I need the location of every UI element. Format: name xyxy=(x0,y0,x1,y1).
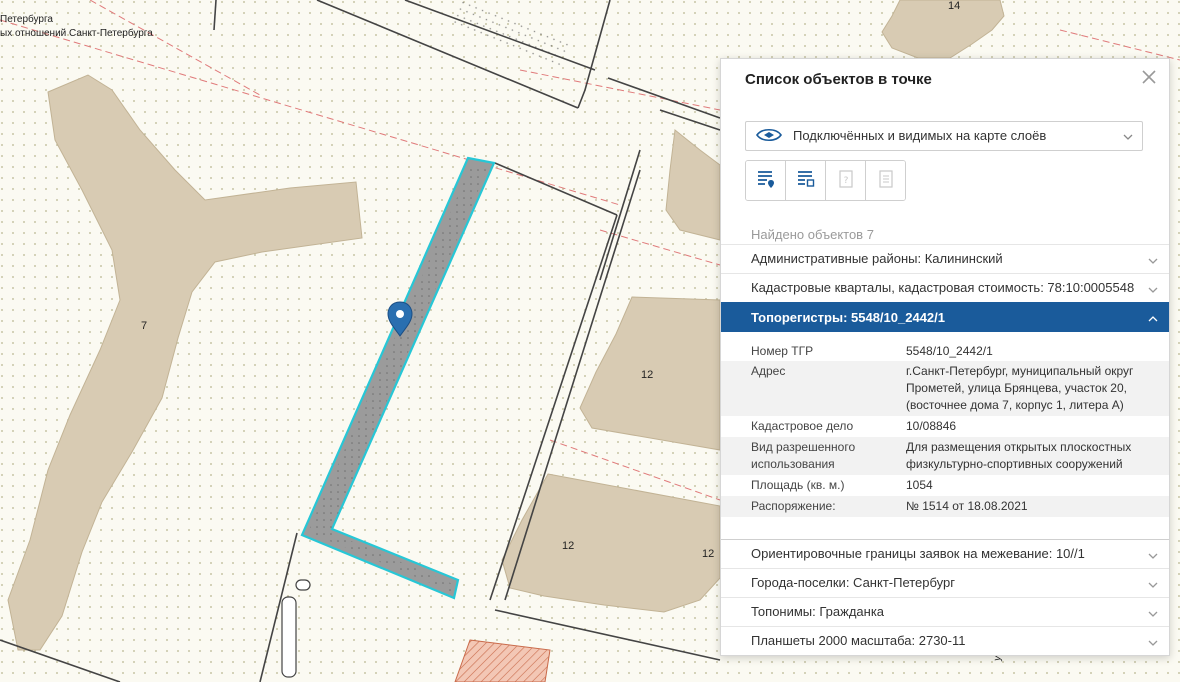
detail-key: Площадь (кв. м.) xyxy=(751,478,845,492)
accordion-item-label: Города-поселки: Санкт-Петербург xyxy=(751,575,956,590)
found-count: Найдено объектов 7 xyxy=(751,227,874,242)
chevron-down-icon xyxy=(1122,130,1134,145)
objects-at-point-panel: Список объектов в точке Подключённых и в… xyxy=(720,58,1170,656)
detail-row: Адрес г.Санкт-Петербург, муниципальный о… xyxy=(721,361,1169,416)
accordion-item-label: Топонимы: Гражданка xyxy=(751,604,885,619)
detail-value: 5548/10_2442/1 xyxy=(906,344,993,358)
accordion-item-label: Административные районы: Калининский xyxy=(751,251,1003,266)
chevron-down-icon xyxy=(1147,254,1159,269)
chevron-down-icon xyxy=(1147,283,1159,298)
accordion-item-survey-boundaries[interactable]: Ориентировочные границы заявок на межева… xyxy=(721,539,1169,568)
detail-row: Вид разрешенного использования Для разме… xyxy=(721,437,1169,475)
detail-value: 10/08846 xyxy=(906,419,957,433)
building-number-label: 12 xyxy=(562,540,575,552)
accordion-item-label: Планшеты 2000 масштаба: 2730-11 xyxy=(751,633,966,648)
detail-row: Номер ТГР 5548/10_2442/1 xyxy=(721,341,1169,361)
chevron-down-icon xyxy=(1147,607,1159,622)
detail-row: Площадь (кв. м.) 1054 xyxy=(721,475,1169,496)
panel-title: Список объектов в точке xyxy=(745,71,932,88)
detail-value: № 1514 от 18.08.2021 xyxy=(906,499,1028,513)
svg-text:?: ? xyxy=(843,176,848,186)
layer-filter-select[interactable]: Подключённых и видимых на карте слоёв xyxy=(745,121,1143,151)
building-number-label: 12 xyxy=(641,369,654,381)
layer-filter-value: Подключённых и видимых на карте слоёв xyxy=(793,128,1047,143)
help-doc-icon: ? xyxy=(836,169,856,192)
detail-value: Для размещения открытых плоскостных физк… xyxy=(906,440,1132,471)
detail-row: Распоряжение: № 1514 от 18.08.2021 xyxy=(721,496,1169,517)
eye-layers-icon xyxy=(756,127,782,146)
accordion-item-cadastral-quarters[interactable]: Кадастровые кварталы, кадастровая стоимо… xyxy=(721,273,1169,302)
map-caption-2: ых отношений Санкт-Петербурга xyxy=(0,28,153,39)
accordion-item-map-sheets[interactable]: Планшеты 2000 масштаба: 2730-11 xyxy=(721,626,1169,655)
close-icon xyxy=(1142,67,1156,89)
view-mode-toolbar: ? xyxy=(745,160,906,201)
document-icon xyxy=(876,169,896,192)
detail-row: Кадастровое дело 10/08846 xyxy=(721,416,1169,437)
building-number-label: 12 xyxy=(702,548,715,560)
accordion-item-label: Топорегистры: 5548/10_2442/1 xyxy=(751,310,945,325)
detail-key: Кадастровое дело xyxy=(751,419,854,433)
detail-key: Номер ТГР xyxy=(751,344,814,358)
chevron-up-icon xyxy=(1147,312,1159,327)
accordion-item-toponyms[interactable]: Топонимы: Гражданка xyxy=(721,597,1169,626)
document-button[interactable] xyxy=(866,161,905,200)
accordion-item-cities[interactable]: Города-поселки: Санкт-Петербург xyxy=(721,568,1169,597)
map-caption-1: Петербурга xyxy=(0,14,53,25)
list-point-button[interactable] xyxy=(746,161,786,200)
detail-key: Распоряжение: xyxy=(751,499,836,513)
accordion-item-label: Ориентировочные границы заявок на межева… xyxy=(751,546,1085,561)
detail-key: Вид разрешенного использования xyxy=(751,440,856,471)
detail-value: г.Санкт-Петербург, муниципальный округ П… xyxy=(906,364,1134,412)
building-number-label: 7 xyxy=(141,320,148,332)
chevron-down-icon xyxy=(1147,578,1159,593)
chevron-down-icon xyxy=(1147,549,1159,564)
detail-key: Адрес xyxy=(751,364,786,378)
list-area-icon xyxy=(796,169,816,192)
help-doc-button[interactable]: ? xyxy=(826,161,866,200)
accordion-item-label: Кадастровые кварталы, кадастровая стоимо… xyxy=(751,280,1135,295)
accordion-item-admin-districts[interactable]: Административные районы: Калининский xyxy=(721,244,1169,273)
close-button[interactable] xyxy=(1139,68,1159,88)
building-number-label: 14 xyxy=(948,0,961,12)
accordion-item-topo-registers[interactable]: Топорегистры: 5548/10_2442/1 xyxy=(721,302,1169,332)
detail-value: 1054 xyxy=(906,478,933,492)
chevron-down-icon xyxy=(1147,636,1159,651)
list-point-icon xyxy=(756,169,776,192)
list-area-button[interactable] xyxy=(786,161,826,200)
